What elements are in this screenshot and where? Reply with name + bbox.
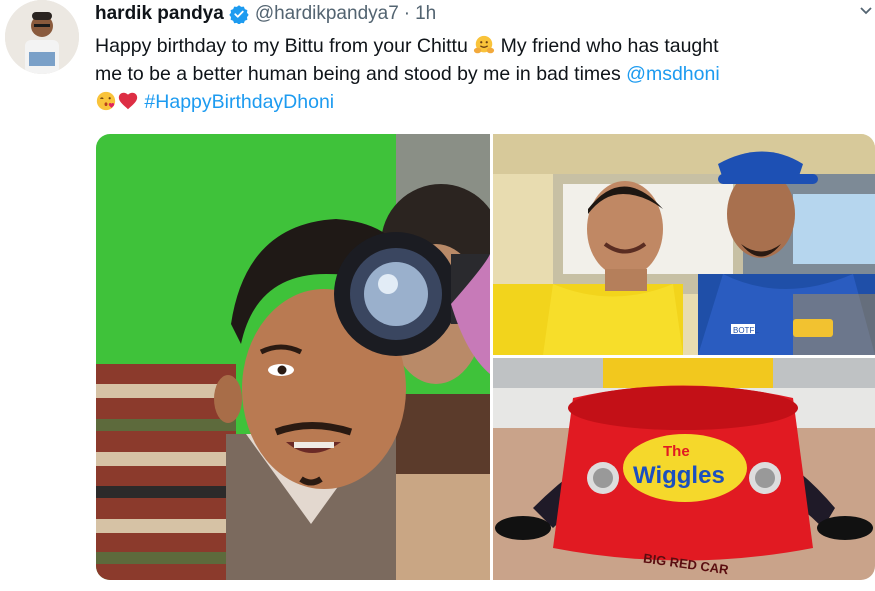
tweet-text: Happy birthday to my Bittu from your Chi… xyxy=(95,32,870,116)
red-heart-emoji xyxy=(118,92,138,110)
media-grid: BOTFL The Wiggles BIG RED CAR xyxy=(96,134,875,580)
media-photo-car[interactable]: The Wiggles BIG RED CAR xyxy=(493,358,875,580)
wiggles-logo-line2: Wiggles xyxy=(633,462,725,489)
tweet-header: hardik pandya @hardikpandya7 · 1h xyxy=(95,2,436,26)
avatar[interactable] xyxy=(5,0,79,74)
separator-dot: · xyxy=(403,3,411,24)
chevron-down-icon[interactable] xyxy=(859,4,873,18)
display-name[interactable]: hardik pandya xyxy=(95,3,224,25)
media-photo-duo[interactable]: BOTFL xyxy=(493,134,875,355)
avatar-image xyxy=(5,0,79,74)
face-blowing-kiss-emoji xyxy=(96,91,116,111)
mention-link[interactable]: @msdhoni xyxy=(626,63,720,85)
jersey-text: BOTFL xyxy=(733,326,759,335)
hashtag-link[interactable]: #HappyBirthdayDhoni xyxy=(144,91,334,113)
hugging-face-emoji xyxy=(474,35,495,54)
wiggles-logo-line1: The xyxy=(663,443,690,460)
verified-badge-icon xyxy=(229,5,249,24)
timestamp[interactable]: 1h xyxy=(415,3,436,25)
tweet-text-line1b: My friend who has taught xyxy=(500,35,719,57)
media-photo-selfie[interactable] xyxy=(96,134,490,580)
tweet: hardik pandya @hardikpandya7 · 1h Happy … xyxy=(0,0,875,591)
tweet-text-line1: Happy birthday to my Bittu from your Chi… xyxy=(95,35,468,57)
tweet-text-line2: me to be a better human being and stood … xyxy=(95,63,621,85)
user-handle[interactable]: @hardikpandya7 xyxy=(255,3,399,25)
